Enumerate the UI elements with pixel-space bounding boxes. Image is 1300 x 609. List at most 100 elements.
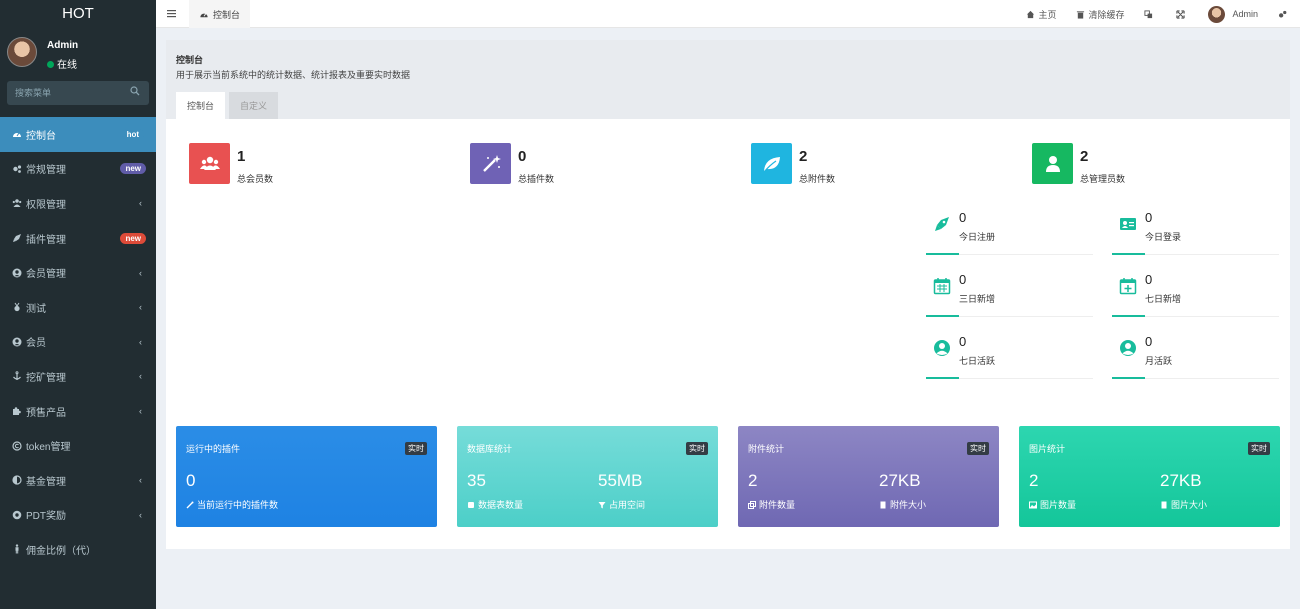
stat-label: 总附件数 bbox=[799, 174, 836, 184]
card-label: 图片大小 bbox=[1160, 498, 1207, 511]
home-link[interactable]: 主页 bbox=[1016, 0, 1066, 28]
file-icon bbox=[1161, 501, 1167, 508]
sidebar-item-label: 预售产品 bbox=[26, 407, 66, 419]
copyright-icon bbox=[12, 441, 22, 451]
sidebar-item-label: 挖矿管理 bbox=[26, 372, 66, 384]
user-status-text: 在线 bbox=[57, 60, 77, 71]
sidebar-item-label: 测试 bbox=[26, 303, 46, 315]
card-value: 2 bbox=[1029, 471, 1039, 490]
chevron-left-icon: ‹ bbox=[139, 302, 142, 313]
search-box bbox=[7, 81, 149, 105]
stat-value: 2 bbox=[799, 148, 808, 165]
sidebar-item-general[interactable]: 常规管理 new bbox=[0, 152, 156, 187]
sidebar-item-label: 控制台 bbox=[26, 130, 56, 142]
user-circle-icon bbox=[1120, 340, 1136, 356]
puzzle-icon bbox=[13, 407, 21, 416]
language-icon bbox=[1144, 9, 1153, 18]
sidebar-item-token[interactable]: token管理 bbox=[0, 428, 156, 463]
accent-bar bbox=[926, 377, 959, 379]
mini-stat-label: 今日登录 bbox=[1145, 232, 1182, 242]
vcard-icon bbox=[1120, 218, 1136, 230]
card-label-text: 数据表数量 bbox=[478, 500, 524, 510]
medal-icon bbox=[14, 302, 20, 312]
clear-cache-button[interactable]: 清除缓存 bbox=[1066, 0, 1134, 28]
fullscreen-button[interactable] bbox=[1166, 0, 1198, 28]
card-label: 数据表数量 bbox=[467, 498, 523, 511]
card-label: 附件数量 bbox=[748, 498, 795, 511]
sidebar-item-presale[interactable]: 预售产品 ‹ bbox=[0, 394, 156, 429]
app-logo[interactable]: HOT bbox=[0, 0, 156, 27]
mini-stat-label: 三日新增 bbox=[959, 294, 996, 304]
search-icon[interactable] bbox=[130, 86, 140, 96]
page-title: 控制台 bbox=[176, 55, 204, 65]
card-value: 27KB bbox=[879, 471, 921, 490]
menu-toggle-icon[interactable] bbox=[166, 8, 177, 19]
sidebar-item-dashboard[interactable]: 控制台 hot bbox=[0, 117, 156, 152]
stat-value: 1 bbox=[237, 148, 246, 165]
sidebar-item-pdt[interactable]: PDT奖励 ‹ bbox=[0, 498, 156, 533]
tab-dashboard[interactable]: 控制台 bbox=[189, 0, 251, 28]
stat-icon-box bbox=[751, 143, 792, 184]
sidebar-item-plugins[interactable]: 插件管理 new bbox=[0, 221, 156, 256]
top-navbar: 控制台 主页 清除缓存 Admin bbox=[156, 0, 1300, 28]
chrome-icon bbox=[12, 510, 22, 520]
accent-bar bbox=[926, 253, 959, 255]
sidebar-item-auth[interactable]: 权限管理 ‹ bbox=[0, 186, 156, 221]
mini-stat-three-day: 0 三日新增 bbox=[926, 272, 1093, 317]
mini-stat-value: 0 bbox=[1145, 334, 1153, 349]
card-label-text: 当前运行中的插件数 bbox=[197, 500, 279, 510]
card-value: 2 bbox=[748, 471, 758, 490]
translate-button[interactable] bbox=[1134, 0, 1166, 28]
user-icon bbox=[1045, 155, 1060, 172]
status-dot-icon bbox=[47, 61, 54, 68]
card-value: 27KB bbox=[1160, 471, 1202, 490]
user-circle-icon bbox=[12, 268, 22, 278]
card-running-plugins: 运行中的插件 实时 0 当前运行中的插件数 bbox=[176, 426, 437, 527]
chevron-left-icon: ‹ bbox=[139, 475, 142, 486]
mini-stat-label: 今日注册 bbox=[959, 232, 996, 242]
search-input[interactable] bbox=[7, 81, 127, 105]
sidebar-item-mining[interactable]: 挖矿管理 ‹ bbox=[0, 359, 156, 394]
sidebar-item-label: 权限管理 bbox=[26, 199, 66, 211]
tab-custom[interactable]: 自定义 bbox=[229, 92, 279, 119]
card-database: 数据库统计 实时 35 数据表数量 55MB 占用空间 bbox=[457, 426, 718, 527]
card-label-text: 图片数量 bbox=[1040, 500, 1077, 510]
tab-dashboard-view[interactable]: 控制台 bbox=[176, 92, 226, 119]
sidebar-item-label: 插件管理 bbox=[26, 234, 66, 246]
new-badge: new bbox=[120, 232, 146, 244]
home-icon bbox=[1027, 10, 1035, 18]
sidebar-item-members[interactable]: 会员管理 ‹ bbox=[0, 255, 156, 290]
sidebar-item-label: token管理 bbox=[26, 442, 71, 454]
card-images: 图片统计 实时 2 图片数量 27KB 图片大小 bbox=[1019, 426, 1280, 527]
avatar bbox=[7, 37, 37, 67]
stat-label: 总管理员数 bbox=[1080, 174, 1126, 184]
mini-stat-label: 七日新增 bbox=[1145, 294, 1182, 304]
calendar-icon bbox=[933, 278, 951, 295]
male-icon bbox=[15, 544, 19, 554]
rocket-icon bbox=[935, 217, 949, 231]
card-title: 数据库统计 bbox=[467, 444, 513, 454]
sidebar-item-test[interactable]: 测试 ‹ bbox=[0, 290, 156, 325]
mini-stat-value: 0 bbox=[1145, 210, 1153, 225]
settings-button[interactable] bbox=[1268, 0, 1300, 28]
card-label: 当前运行中的插件数 bbox=[186, 498, 278, 511]
user-panel: Admin 在线 bbox=[0, 27, 156, 79]
sidebar-item-fund[interactable]: 基金管理 ‹ bbox=[0, 463, 156, 498]
card-label-text: 图片大小 bbox=[1171, 500, 1208, 510]
card-label: 占用空间 bbox=[598, 498, 645, 511]
sidebar-item-commission[interactable]: 佣金比例（代） bbox=[0, 532, 156, 567]
card-label-text: 附件大小 bbox=[890, 500, 927, 510]
stat-icon-box bbox=[189, 143, 230, 184]
sidebar-item-label: PDT奖励 bbox=[26, 511, 66, 523]
mini-stat-today-login: 0 今日登录 bbox=[1112, 210, 1279, 255]
fullscreen-icon bbox=[1176, 9, 1186, 19]
user-menu[interactable]: Admin bbox=[1198, 0, 1268, 28]
card-title: 附件统计 bbox=[748, 444, 785, 454]
chevron-left-icon: ‹ bbox=[139, 406, 142, 417]
sidebar-item-member[interactable]: 会员 ‹ bbox=[0, 325, 156, 360]
mini-stat-value: 0 bbox=[959, 210, 967, 225]
trash-icon bbox=[1077, 10, 1085, 19]
hot-badge: hot bbox=[121, 128, 144, 140]
mini-stat-label: 月活跃 bbox=[1145, 356, 1173, 366]
realtime-badge: 实时 bbox=[405, 442, 427, 455]
